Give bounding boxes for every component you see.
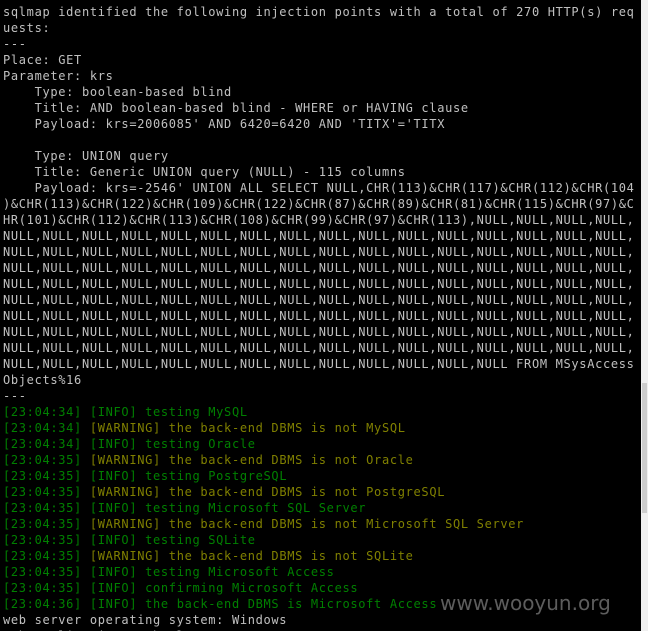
console-line: --- <box>3 37 27 51</box>
console-line: NULL,NULL,NULL,NULL,NULL,NULL,NULL,NULL,… <box>3 245 635 259</box>
log-timestamp: [23:04:34] <box>3 405 82 419</box>
log-message: [INFO] testing PostgreSQL <box>81 469 288 483</box>
console-line: NULL,NULL,NULL,NULL,NULL,NULL,NULL,NULL,… <box>3 229 635 243</box>
log-message: [WARNING] the back-end DBMS is not SQLit… <box>81 549 414 563</box>
log-line-info: [23:04:35] [INFO] testing Microsoft SQL … <box>3 500 639 516</box>
log-timestamp: [23:04:35] <box>3 565 82 579</box>
log-timestamp: [23:04:35] <box>3 517 82 531</box>
scrollbar-thumb[interactable] <box>642 383 647 513</box>
log-message: [INFO] testing MySQL <box>81 405 248 419</box>
log-timestamp: [23:04:36] <box>3 597 82 611</box>
log-line-info: [23:04:34] [INFO] testing Oracle <box>3 436 639 452</box>
console-line: --- <box>3 389 27 403</box>
console-line: Title: Generic UNION query (NULL) - 115 … <box>3 165 406 179</box>
console-line: NULL,NULL,NULL,NULL,NULL,NULL,NULL,NULL,… <box>3 341 635 355</box>
vertical-scrollbar[interactable] <box>641 0 648 631</box>
log-line-info: [23:04:35] [INFO] testing PostgreSQL <box>3 468 639 484</box>
log-line-warning: [23:04:35] [WARNING] the back-end DBMS i… <box>3 452 639 468</box>
console-line: NULL,NULL,NULL,NULL,NULL,NULL,NULL,NULL,… <box>3 261 635 275</box>
log-message: [INFO] testing SQLite <box>81 533 256 547</box>
console-line: HR(101)&CHR(112)&CHR(113)&CHR(108)&CHR(9… <box>3 213 635 227</box>
log-message: [WARNING] the back-end DBMS is not Micro… <box>81 517 525 531</box>
log-message: [INFO] the back-end DBMS is Microsoft Ac… <box>81 597 438 611</box>
log-timestamp: [23:04:35] <box>3 549 82 563</box>
log-line-warning: [23:04:35] [WARNING] the back-end DBMS i… <box>3 484 639 500</box>
log-line-warning: [23:04:35] [WARNING] the back-end DBMS i… <box>3 516 639 532</box>
console-output: sqlmap identified the following injectio… <box>3 4 639 631</box>
console-line: )&CHR(113)&CHR(122)&CHR(109)&CHR(122)&CH… <box>3 197 635 211</box>
log-line-warning: [23:04:34] [WARNING] the back-end DBMS i… <box>3 420 639 436</box>
console-line: NULL,NULL,NULL,NULL,NULL,NULL,NULL,NULL,… <box>3 325 635 339</box>
console-line: NULL,NULL,NULL,NULL,NULL,NULL,NULL,NULL,… <box>3 277 635 291</box>
log-line-info: [23:04:35] [INFO] testing Microsoft Acce… <box>3 564 639 580</box>
console-line: Place: GET <box>3 53 82 67</box>
console-line: uests: <box>3 21 51 35</box>
log-message: [INFO] testing Oracle <box>81 437 256 451</box>
console-line: NULL,NULL,NULL,NULL,NULL,NULL,NULL,NULL,… <box>3 293 635 307</box>
log-message: [INFO] confirming Microsoft Access <box>81 581 359 595</box>
log-timestamp: [23:04:35] <box>3 469 82 483</box>
console-line: Payload: krs=-2546' UNION ALL SELECT NUL… <box>3 181 635 195</box>
log-line-info: [23:04:34] [INFO] testing MySQL <box>3 404 639 420</box>
console-line: NULL,NULL,NULL,NULL,NULL,NULL,NULL,NULL,… <box>3 309 635 323</box>
console-line: Type: boolean-based blind <box>3 85 232 99</box>
log-line-warning: [23:04:35] [WARNING] the back-end DBMS i… <box>3 548 639 564</box>
console-line: Parameter: krs <box>3 69 114 83</box>
console-line: Objects%16 <box>3 373 82 387</box>
log-timestamp: [23:04:35] <box>3 581 82 595</box>
log-message: [INFO] testing Microsoft SQL Server <box>81 501 367 515</box>
log-message: [INFO] testing Microsoft Access <box>81 565 335 579</box>
log-message: [WARNING] the back-end DBMS is not Oracl… <box>81 453 414 467</box>
terminal-window[interactable]: sqlmap identified the following injectio… <box>0 0 641 631</box>
console-line: Type: UNION query <box>3 149 169 163</box>
log-message: [WARNING] the back-end DBMS is not Postg… <box>81 485 446 499</box>
console-line: Payload: krs=2006085' AND 6420=6420 AND … <box>3 117 446 131</box>
log-line-info: [23:04:35] [INFO] testing SQLite <box>3 532 639 548</box>
log-timestamp: [23:04:35] <box>3 533 82 547</box>
watermark-text: www.wooyun.org <box>440 591 611 615</box>
console-line: NULL,NULL,NULL,NULL,NULL,NULL,NULL,NULL,… <box>3 357 635 371</box>
log-timestamp: [23:04:34] <box>3 421 82 435</box>
log-timestamp: [23:04:34] <box>3 437 82 451</box>
log-timestamp: [23:04:35] <box>3 485 82 499</box>
log-timestamp: [23:04:35] <box>3 453 82 467</box>
log-timestamp: [23:04:35] <box>3 501 82 515</box>
console-line: sqlmap identified the following injectio… <box>3 5 635 19</box>
log-message: [WARNING] the back-end DBMS is not MySQL <box>81 421 406 435</box>
console-line: Title: AND boolean-based blind - WHERE o… <box>3 101 469 115</box>
